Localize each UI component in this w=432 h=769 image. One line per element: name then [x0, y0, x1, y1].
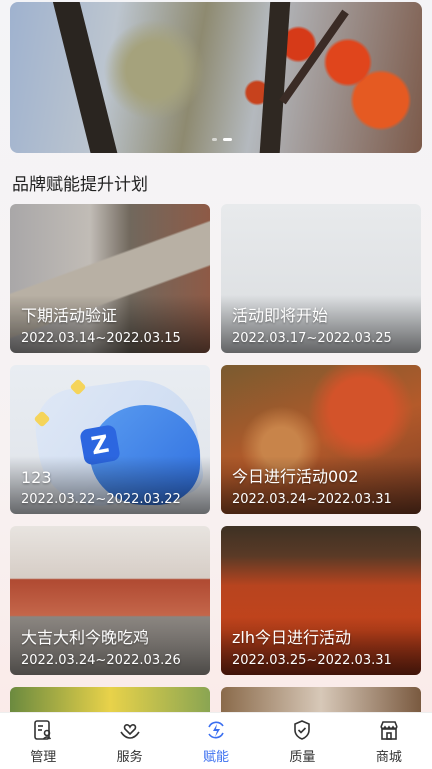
- activity-card[interactable]: 下期活动验证 2022.03.14~2022.03.15: [10, 204, 210, 353]
- carousel-indicator: [212, 138, 232, 141]
- carousel-dot: [212, 138, 217, 141]
- quality-shield-icon: [291, 719, 313, 741]
- card-title: 下期活动验证: [21, 306, 118, 325]
- card-title: 123: [21, 468, 52, 487]
- card-date: 2022.03.24~2022.03.26: [21, 653, 181, 668]
- card-date: 2022.03.14~2022.03.15: [21, 331, 181, 346]
- service-icon: [119, 719, 141, 741]
- card-date: 2022.03.17~2022.03.25: [232, 331, 392, 346]
- banner-carousel[interactable]: [10, 2, 422, 153]
- card-date: 2022.03.24~2022.03.31: [232, 492, 392, 507]
- tab-label: 管理: [30, 750, 57, 765]
- management-icon: [32, 719, 54, 741]
- tab-store[interactable]: 商城: [346, 713, 432, 769]
- activity-card[interactable]: 今日进行活动002 2022.03.24~2022.03.31: [221, 365, 421, 514]
- activity-card[interactable]: Z 123 2022.03.22~2022.03.22: [10, 365, 210, 514]
- activity-card[interactable]: zlh今日进行活动 2022.03.25~2022.03.31: [221, 526, 421, 675]
- bottom-tab-bar: 管理 服务 赋能 质量 商城: [0, 712, 432, 769]
- tab-service[interactable]: 服务: [86, 713, 172, 769]
- tab-label: 商城: [375, 750, 402, 765]
- tab-label: 质量: [289, 750, 316, 765]
- tab-label: 赋能: [203, 750, 230, 765]
- section-title: 品牌赋能提升计划: [12, 175, 148, 195]
- banner-image-trunk: [51, 2, 119, 153]
- card-title: zlh今日进行活动: [232, 628, 351, 647]
- activity-card[interactable]: 活动即将开始 2022.03.17~2022.03.25: [221, 204, 421, 353]
- card-date: 2022.03.22~2022.03.22: [21, 492, 181, 507]
- empower-icon: [205, 719, 227, 741]
- banner-image-trunk: [259, 2, 291, 153]
- banner-image-branch: [279, 9, 349, 105]
- tab-empower[interactable]: 赋能: [173, 713, 259, 769]
- card-date: 2022.03.25~2022.03.31: [232, 653, 392, 668]
- card-title: 大吉大利今晚吃鸡: [21, 628, 150, 647]
- tab-management[interactable]: 管理: [0, 713, 86, 769]
- store-icon: [378, 719, 400, 741]
- card-title: 活动即将开始: [232, 306, 329, 325]
- tab-label: 服务: [116, 750, 143, 765]
- tab-quality[interactable]: 质量: [259, 713, 345, 769]
- carousel-dot-active: [223, 138, 232, 141]
- card-title: 今日进行活动002: [232, 467, 359, 486]
- activity-card[interactable]: 大吉大利今晚吃鸡 2022.03.24~2022.03.26: [10, 526, 210, 675]
